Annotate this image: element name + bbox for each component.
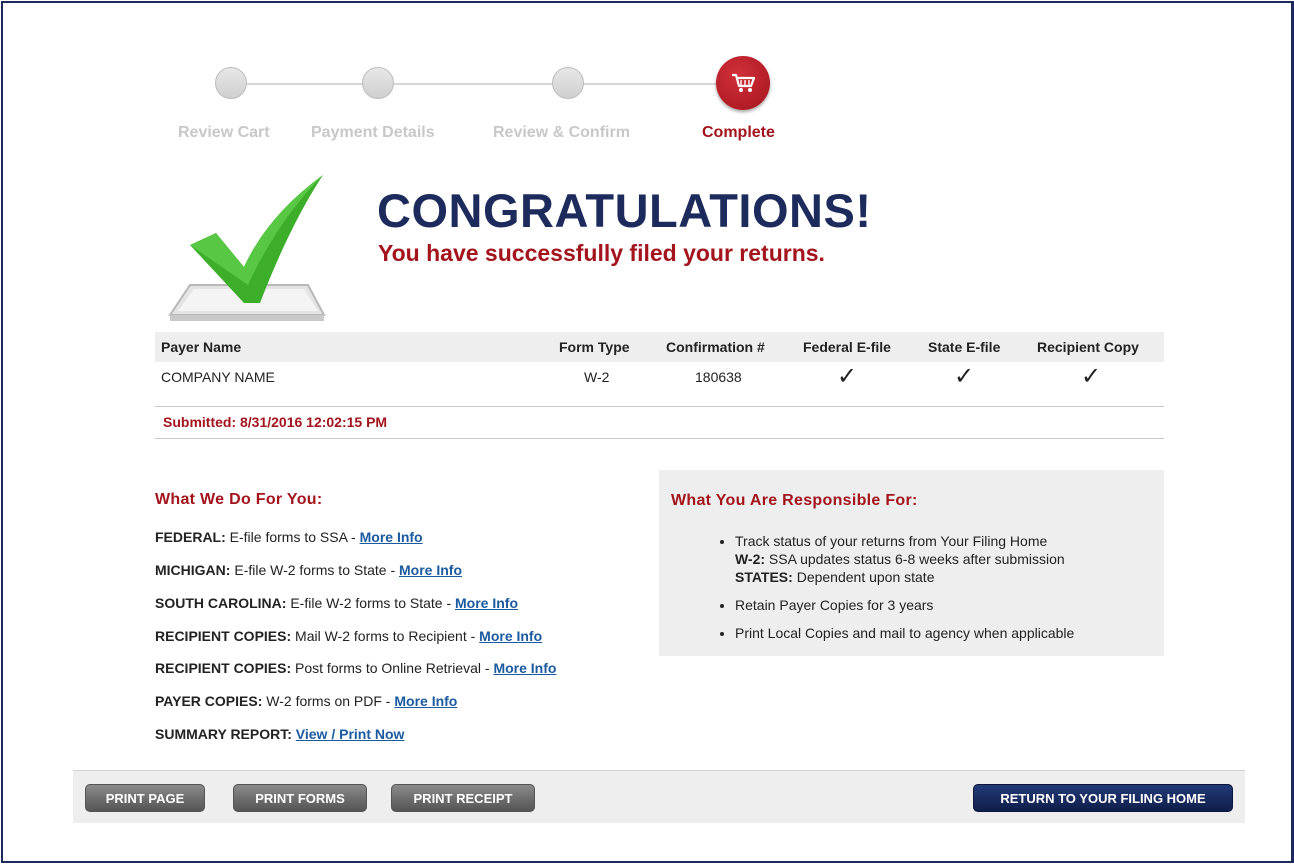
header-confirmation: Confirmation # bbox=[666, 339, 765, 355]
step-circle-review-confirm bbox=[552, 67, 584, 99]
stepper-track bbox=[233, 83, 733, 85]
table-header: Payer Name Form Type Confirmation # Fede… bbox=[155, 332, 1164, 362]
service-prefix: MICHIGAN: bbox=[155, 562, 231, 578]
step-label-payment-details: Payment Details bbox=[311, 124, 435, 141]
header-state-efile: State E-file bbox=[928, 339, 1001, 355]
service-item-summary-report: SUMMARY REPORT: View / Print Now bbox=[155, 726, 404, 742]
service-prefix: RECIPIENT COPIES: bbox=[155, 628, 292, 644]
responsibilities-list: Track status of your returns from Your F… bbox=[719, 532, 1165, 652]
service-item-recipient-mail: RECIPIENT COPIES: Mail W-2 forms to Reci… bbox=[155, 628, 542, 644]
more-info-link[interactable]: More Info bbox=[360, 529, 423, 545]
service-prefix: SUMMARY REPORT: bbox=[155, 726, 292, 742]
success-subtitle: You have successfully filed your returns… bbox=[378, 240, 825, 266]
step-label-review-cart: Review Cart bbox=[178, 124, 270, 141]
action-bar: PRINT PAGE PRINT FORMS PRINT RECEIPT RET… bbox=[73, 770, 1245, 823]
services-title: What We Do For You: bbox=[155, 491, 323, 508]
header-payer-name: Payer Name bbox=[161, 339, 242, 355]
more-info-link[interactable]: More Info bbox=[399, 562, 462, 578]
list-item: Print Local Copies and mail to agency wh… bbox=[735, 624, 1165, 642]
more-info-link[interactable]: More Info bbox=[394, 693, 457, 709]
print-forms-button[interactable]: PRINT FORMS bbox=[233, 784, 367, 812]
service-prefix: RECIPIENT COPIES: bbox=[155, 660, 292, 676]
header-federal-efile: Federal E-file bbox=[803, 339, 891, 355]
submitted-timestamp: Submitted: 8/31/2016 12:02:15 PM bbox=[163, 414, 388, 430]
federal-check-icon: ✓ bbox=[837, 363, 858, 390]
table-row: COMPANY NAME W-2 180638 ✓ ✓ ✓ bbox=[155, 362, 1164, 407]
checkmark-ballot-icon bbox=[168, 175, 328, 323]
shopping-cart-icon bbox=[732, 73, 756, 92]
responsibilities-title: What You Are Responsible For: bbox=[671, 492, 918, 509]
states-label: STATES: bbox=[735, 569, 793, 585]
w2-label: W-2: bbox=[735, 551, 766, 567]
responsibilities-panel: What You Are Responsible For: Track stat… bbox=[659, 470, 1164, 656]
service-text: Mail W-2 forms to Recipient - bbox=[291, 628, 480, 644]
list-item: Retain Payer Copies for 3 years bbox=[735, 596, 1165, 614]
service-text: W-2 forms on PDF - bbox=[262, 693, 395, 709]
w2-text: SSA updates status 6-8 weeks after submi… bbox=[765, 551, 1065, 567]
service-item-federal: FEDERAL: E-file forms to SSA - More Info bbox=[155, 529, 423, 545]
service-text: E-file forms to SSA - bbox=[225, 529, 360, 545]
print-page-button[interactable]: PRINT PAGE bbox=[85, 784, 205, 812]
congratulations-title: CONGRATULATIONS! bbox=[377, 184, 872, 237]
service-item-south-carolina: SOUTH CAROLINA: E-file W-2 forms to Stat… bbox=[155, 595, 518, 611]
service-prefix: PAYER COPIES: bbox=[155, 693, 263, 709]
service-item-payer-copies: PAYER COPIES: W-2 forms on PDF - More In… bbox=[155, 693, 457, 709]
print-receipt-button[interactable]: PRINT RECEIPT bbox=[391, 784, 535, 812]
filing-summary-table: Payer Name Form Type Confirmation # Fede… bbox=[155, 332, 1164, 407]
service-item-michigan: MICHIGAN: E-file W-2 forms to State - Mo… bbox=[155, 562, 462, 578]
states-text: Dependent upon state bbox=[792, 569, 935, 585]
track-status-text: Track status of your returns from Your F… bbox=[735, 533, 1048, 549]
header-recipient-copy: Recipient Copy bbox=[1037, 339, 1139, 355]
local-copies-text: Print Local Copies and mail to agency wh… bbox=[735, 625, 1075, 641]
view-print-link[interactable]: View / Print Now bbox=[296, 726, 405, 742]
step-label-review-confirm: Review & Confirm bbox=[493, 124, 630, 141]
retain-text: Retain Payer Copies for 3 years bbox=[735, 597, 934, 613]
step-circle-complete bbox=[716, 56, 770, 110]
service-prefix: SOUTH CAROLINA: bbox=[155, 595, 287, 611]
list-item: Track status of your returns from Your F… bbox=[735, 532, 1165, 586]
divider bbox=[155, 438, 1164, 439]
step-circle-payment-details bbox=[362, 67, 394, 99]
more-info-link[interactable]: More Info bbox=[493, 660, 556, 676]
cell-form-type: W-2 bbox=[584, 369, 610, 385]
service-item-recipient-online: RECIPIENT COPIES: Post forms to Online R… bbox=[155, 660, 556, 676]
page-frame: Review Cart Payment Details Review & Con… bbox=[1, 1, 1294, 863]
recipient-check-icon: ✓ bbox=[1081, 363, 1102, 390]
service-prefix: FEDERAL: bbox=[155, 529, 226, 545]
step-circle-review-cart bbox=[215, 67, 247, 99]
cell-confirmation: 180638 bbox=[695, 369, 742, 385]
service-text: E-file W-2 forms to State - bbox=[230, 562, 399, 578]
service-text: Post forms to Online Retrieval - bbox=[291, 660, 494, 676]
cell-payer-name: COMPANY NAME bbox=[161, 369, 275, 385]
state-check-icon: ✓ bbox=[954, 363, 975, 390]
header-form-type: Form Type bbox=[559, 339, 630, 355]
service-text: E-file W-2 forms to State - bbox=[286, 595, 455, 611]
step-label-complete: Complete bbox=[702, 124, 775, 141]
return-to-filing-home-button[interactable]: RETURN TO YOUR FILING HOME bbox=[973, 784, 1233, 812]
more-info-link[interactable]: More Info bbox=[479, 628, 542, 644]
more-info-link[interactable]: More Info bbox=[455, 595, 518, 611]
